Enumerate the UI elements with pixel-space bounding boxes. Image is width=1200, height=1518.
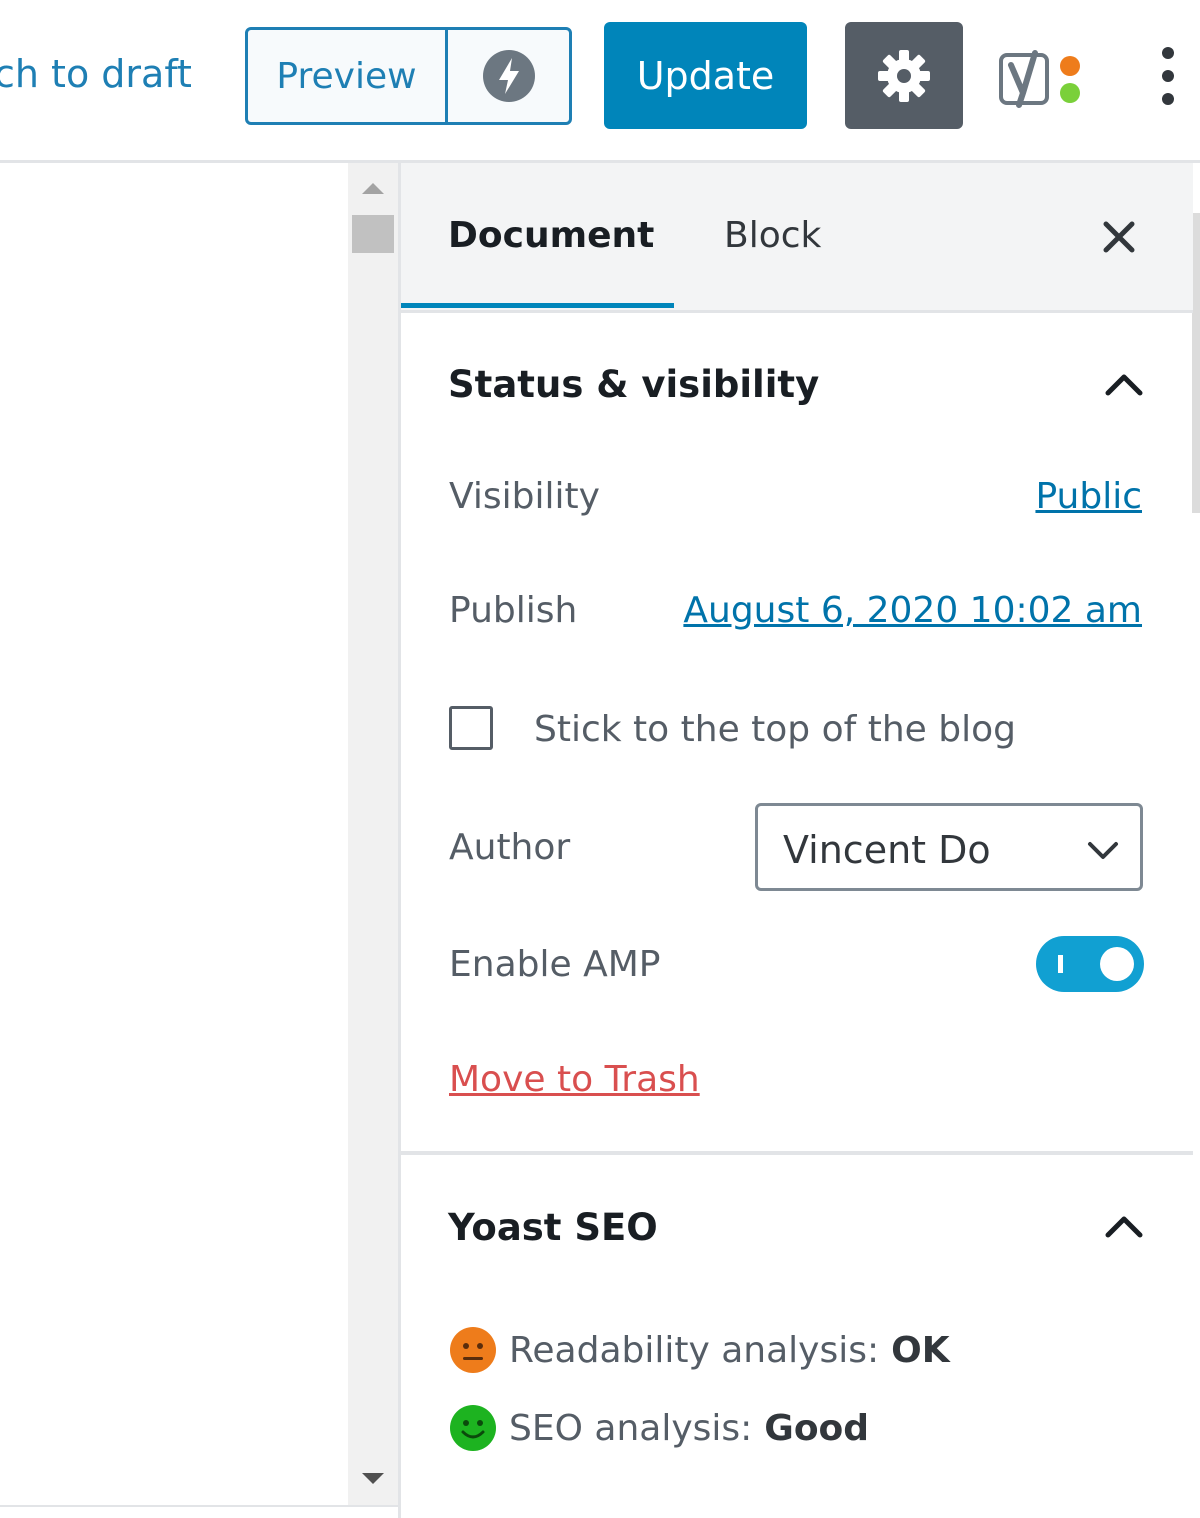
yoast-seo-title[interactable]: Yoast SEO xyxy=(448,1206,658,1249)
author-label: Author xyxy=(449,827,571,868)
panel-divider xyxy=(401,1151,1193,1155)
status-visibility-title[interactable]: Status & visibility xyxy=(448,363,819,406)
seo-label: SEO analysis: xyxy=(509,1407,753,1449)
yoast-icon xyxy=(999,50,1080,108)
enable-amp-toggle[interactable] xyxy=(1036,936,1144,992)
scroll-thumb[interactable] xyxy=(352,215,394,253)
readability-analysis-row[interactable]: Readability analysis: OK xyxy=(449,1326,950,1374)
preview-button-group: Preview xyxy=(245,27,572,125)
sidebar-scrollbar[interactable] xyxy=(1192,213,1200,513)
move-to-trash-link[interactable]: Move to Trash xyxy=(449,1059,700,1100)
more-vertical-icon xyxy=(1162,47,1174,105)
publish-date-link[interactable]: August 6, 2020 10:02 am xyxy=(683,590,1142,631)
scroll-down-arrow[interactable] xyxy=(362,1473,384,1484)
editor-header-toolbar: ch to draft Preview Update xyxy=(0,0,1200,163)
sticky-checkbox-label[interactable]: Stick to the top of the blog xyxy=(534,709,1016,750)
editor-scrollbar[interactable] xyxy=(348,163,398,1506)
switch-to-draft-button[interactable]: ch to draft xyxy=(0,52,192,96)
sidebar-tabs: Document Block xyxy=(401,163,1193,313)
preview-button[interactable]: Preview xyxy=(248,30,448,122)
close-sidebar-button[interactable] xyxy=(1099,217,1139,257)
sticky-checkbox[interactable] xyxy=(449,706,493,750)
neutral-face-icon xyxy=(450,1327,496,1373)
enable-amp-label: Enable AMP xyxy=(449,944,661,985)
gear-icon xyxy=(878,49,930,102)
readability-label: Readability analysis: xyxy=(509,1329,880,1371)
toggle-on-indicator xyxy=(1058,955,1063,973)
author-select-value: Vincent Do xyxy=(783,828,991,872)
readability-value: OK xyxy=(891,1329,950,1371)
visibility-link[interactable]: Public xyxy=(1035,476,1142,517)
seo-analysis-row[interactable]: SEO analysis: Good xyxy=(449,1404,869,1452)
close-icon xyxy=(1103,221,1135,253)
toggle-knob xyxy=(1100,947,1134,981)
chevron-down-icon xyxy=(1088,842,1118,859)
tab-document[interactable]: Document xyxy=(448,215,654,256)
tab-block[interactable]: Block xyxy=(724,215,821,256)
editor-bottom-divider xyxy=(0,1505,400,1507)
visibility-label: Visibility xyxy=(449,476,600,517)
chevron-up-icon[interactable] xyxy=(1104,1213,1144,1239)
update-button[interactable]: Update xyxy=(604,22,807,129)
author-select[interactable]: Vincent Do xyxy=(755,803,1143,891)
seo-value: Good xyxy=(764,1407,870,1449)
yoast-seo-button[interactable] xyxy=(993,38,1093,114)
chevron-up-icon[interactable] xyxy=(1104,371,1144,397)
publish-label: Publish xyxy=(449,590,578,631)
amp-preview-button[interactable] xyxy=(448,30,569,122)
amp-lightning-icon xyxy=(482,50,535,102)
settings-sidebar: Document Block Status & visibility Visib… xyxy=(398,163,1200,1518)
active-tab-indicator xyxy=(401,303,674,308)
smiley-face-icon xyxy=(450,1405,496,1451)
scroll-up-arrow[interactable] xyxy=(362,183,384,194)
more-tools-button[interactable] xyxy=(1140,38,1196,114)
settings-button[interactable] xyxy=(845,22,963,129)
